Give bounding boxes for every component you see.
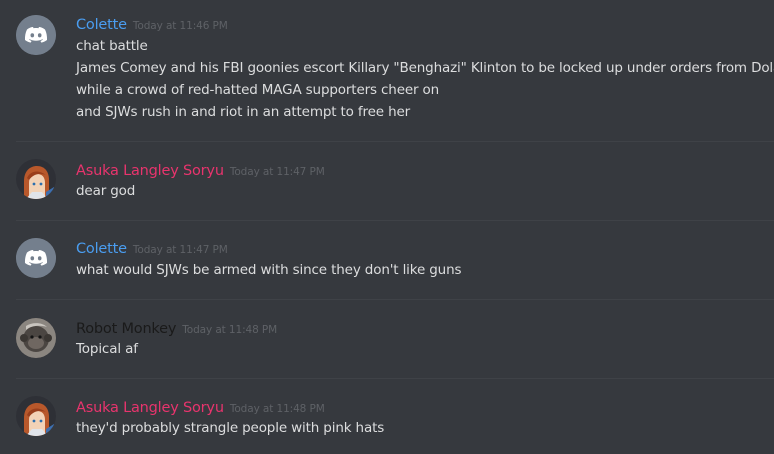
- timestamp[interactable]: Today at 11:46 PM: [133, 20, 228, 32]
- message-line: dear god: [76, 183, 136, 199]
- message-header: Robot Monkey Today at 11:48 PM: [76, 318, 277, 338]
- message-line: while a crowd of red-hatted MAGA support…: [76, 82, 440, 98]
- username[interactable]: Colette: [76, 241, 127, 257]
- message-line: chat battle: [76, 38, 148, 54]
- monkey-avatar-icon[interactable]: [16, 318, 56, 358]
- message-divider: [16, 141, 774, 142]
- message-divider: [16, 299, 774, 300]
- message-line: they'd probably strangle people with pin…: [76, 420, 385, 436]
- message-header: Colette Today at 11:47 PM: [76, 238, 228, 258]
- anime-avatar-icon[interactable]: [16, 159, 56, 199]
- anime-avatar-icon[interactable]: [16, 396, 56, 436]
- message-line: and SJWs rush in and riot in an attempt …: [76, 104, 411, 120]
- message-header: Asuka Langley Soryu Today at 11:48 PM: [76, 397, 325, 417]
- username[interactable]: Asuka Langley Soryu: [76, 400, 224, 416]
- timestamp[interactable]: Today at 11:47 PM: [230, 166, 325, 178]
- timestamp[interactable]: Today at 11:48 PM: [230, 403, 325, 415]
- message-header: Asuka Langley Soryu Today at 11:47 PM: [76, 160, 325, 180]
- username[interactable]: Colette: [76, 17, 127, 33]
- message-divider: [16, 378, 774, 379]
- timestamp[interactable]: Today at 11:48 PM: [182, 324, 277, 336]
- timestamp[interactable]: Today at 11:47 PM: [133, 244, 228, 256]
- message-line: what would SJWs be armed with since they…: [76, 262, 462, 278]
- message-line: James Comey and his FBI goonies escort K…: [76, 60, 774, 76]
- message-divider: [16, 220, 774, 221]
- message-line: Topical af: [76, 341, 138, 357]
- message-header: Colette Today at 11:46 PM: [76, 14, 228, 34]
- discord-default-avatar-icon[interactable]: [16, 15, 56, 55]
- username[interactable]: Asuka Langley Soryu: [76, 163, 224, 179]
- discord-default-avatar-icon[interactable]: [16, 238, 56, 278]
- username[interactable]: Robot Monkey: [76, 321, 176, 337]
- chat-messages: Colette Today at 11:46 PM chat battle Jam…: [0, 0, 774, 454]
